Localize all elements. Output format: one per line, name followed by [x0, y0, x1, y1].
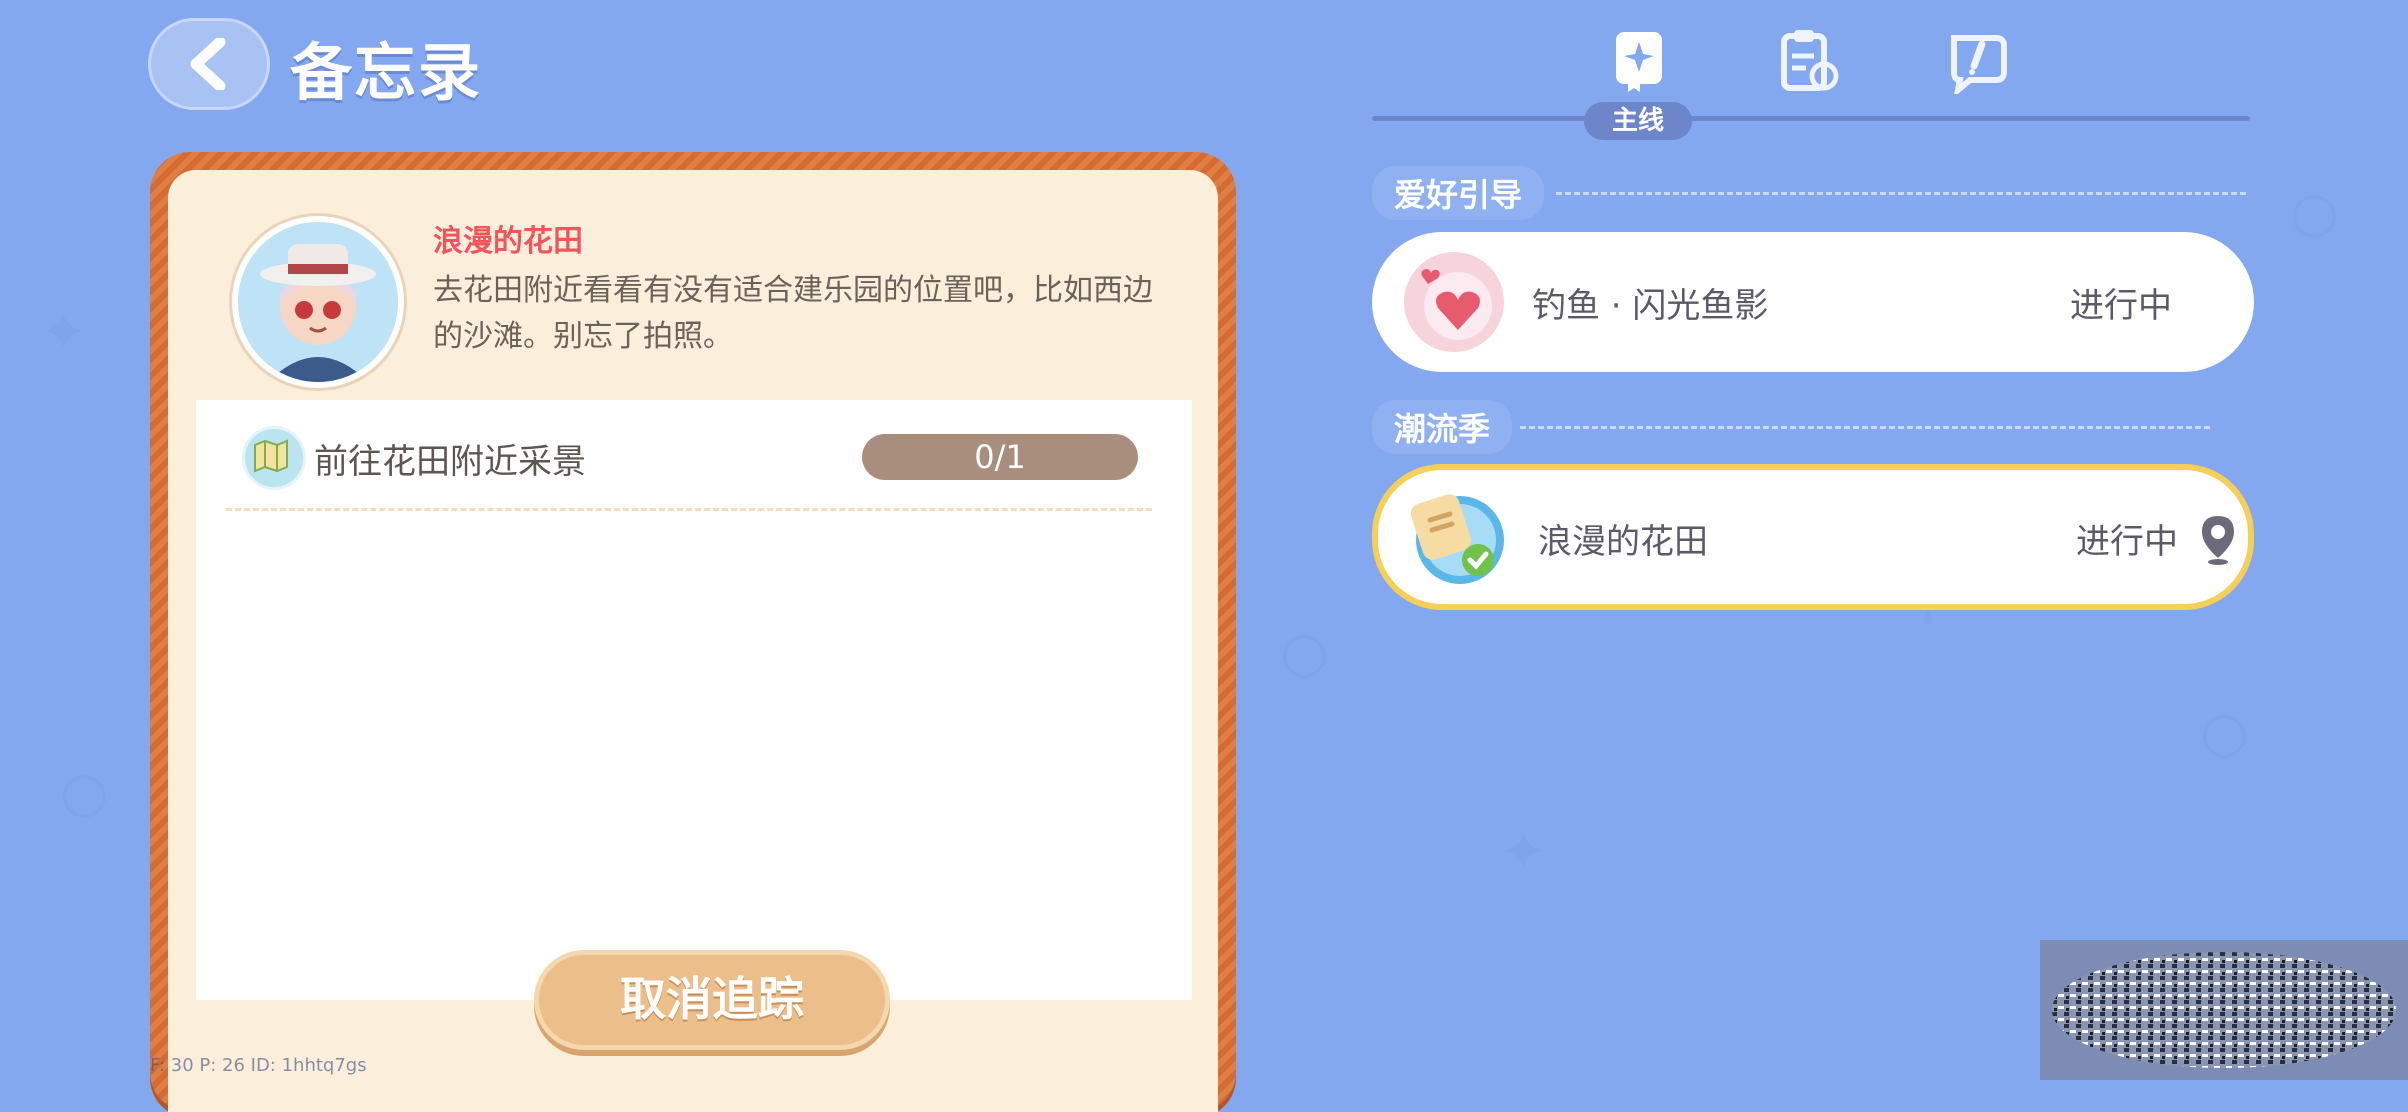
tab-clipboard[interactable] [1776, 28, 1842, 94]
location-pin-icon[interactable] [2198, 514, 2238, 566]
section-divider [1556, 192, 2246, 195]
task-divider [226, 508, 1152, 511]
section-label-hobby: 爱好引导 [1372, 166, 1545, 220]
back-button[interactable] [148, 18, 270, 110]
task-progress-text: 0/1 [974, 438, 1026, 476]
map-icon [242, 426, 306, 490]
tab-main-quest[interactable] [1606, 28, 1672, 94]
quest-item-fishing[interactable]: 钓鱼 · 闪光鱼影 进行中 [1372, 232, 2254, 372]
quest-item-flower-field[interactable]: 浪漫的花田 进行中 [1372, 464, 2254, 610]
task-label: 前往花田附近采景 [314, 442, 586, 482]
task-progress-bar: 0/1 [862, 434, 1138, 480]
npc-avatar-icon [232, 216, 404, 388]
section-divider [1520, 426, 2210, 429]
tab-underline [1372, 116, 2250, 121]
quest-item-status: 进行中 [2076, 522, 2178, 562]
tab-feedback[interactable] [1946, 28, 2012, 98]
minimap-thumbnail [2040, 940, 2408, 1080]
section-label-trend-season: 潮流季 [1372, 400, 1513, 454]
tab-main-quest-label: 主线 [1584, 102, 1692, 140]
quest-item-name: 浪漫的花田 [1538, 522, 1708, 562]
quest-detail-card: 浪漫的花田 去花田附近看看有没有适合建乐园的位置吧，比如西边的沙滩。别忘了拍照。… [150, 152, 1236, 1112]
speech-bubble-pen-icon [1951, 35, 2007, 98]
quest-detail-panel: 浪漫的花田 去花田附近看看有没有适合建乐园的位置吧，比如西边的沙滩。别忘了拍照。… [168, 170, 1218, 1112]
task-list: 前往花田附近采景 0/1 [196, 400, 1192, 1000]
quest-item-name: 钓鱼 · 闪光鱼影 [1532, 286, 1769, 326]
chevron-left-icon [190, 38, 226, 90]
notepad-check-icon [1402, 484, 1506, 588]
heart-bubble-icon [1402, 250, 1506, 354]
quest-item-status: 进行中 [2070, 286, 2172, 326]
main-quest-book-icon [1616, 32, 1662, 92]
quest-description: 去花田附近看看有没有适合建乐园的位置吧，比如西边的沙滩。别忘了拍照。 [433, 273, 1153, 354]
quest-title: 浪漫的花田 [433, 224, 583, 259]
page-title: 备忘录 [290, 36, 483, 109]
cancel-tracking-button[interactable]: 取消追踪 [534, 950, 890, 1050]
debug-overlay-text: F: 30 P: 26 ID: 1hhtq7gs [150, 1055, 367, 1076]
clipboard-refresh-icon [1781, 30, 1839, 91]
